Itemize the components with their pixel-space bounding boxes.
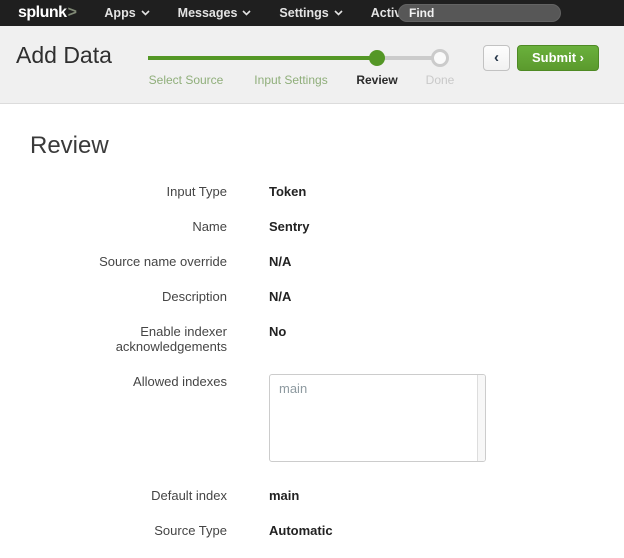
field-value: Token (269, 184, 306, 199)
field-label: Default index (30, 488, 227, 503)
menu-apps[interactable]: Apps (104, 6, 149, 20)
field-value: No (269, 324, 286, 339)
field-row-source-type: Source Type Automatic (30, 523, 624, 538)
add-data-header: Add Data Select Source Input Settings Re… (0, 26, 624, 104)
chevron-down-icon (141, 10, 150, 16)
step-review: Review (356, 73, 397, 87)
top-nav-bar: splunk> Apps Messages Settings Activity (0, 0, 624, 26)
listbox-scrollbar-divider (477, 375, 478, 461)
step-input-settings[interactable]: Input Settings (254, 73, 327, 87)
listbox-scrollbar[interactable] (478, 375, 485, 461)
field-value: N/A (269, 289, 291, 304)
page-title: Add Data (16, 42, 112, 69)
step-done: Done (426, 73, 455, 87)
progress-done-circle (431, 49, 449, 67)
field-value: main (269, 488, 299, 503)
chevron-down-icon (334, 10, 343, 16)
field-label: Enable indexer acknowledgements (30, 324, 227, 354)
back-button[interactable]: ‹ (483, 45, 510, 71)
field-row-indexer-acknowledgements: Enable indexer acknowledgements No (30, 324, 624, 354)
splunk-logo-text: splunk (18, 4, 67, 22)
progress-current-dot (369, 50, 385, 66)
field-label: Name (30, 219, 227, 234)
splunk-logo[interactable]: splunk> (18, 4, 76, 22)
field-label: Source name override (30, 254, 227, 269)
field-value: N/A (269, 254, 291, 269)
field-row-source-name-override: Source name override N/A (30, 254, 624, 269)
step-select-source[interactable]: Select Source (149, 73, 224, 87)
find-search-input[interactable] (398, 4, 561, 22)
field-label: Input Type (30, 184, 227, 199)
menu-messages[interactable]: Messages (178, 6, 252, 20)
menu-settings-label: Settings (279, 6, 328, 20)
progress-line-completed (148, 56, 372, 60)
menu-messages-label: Messages (178, 6, 238, 20)
submit-button[interactable]: Submit › (517, 45, 599, 71)
chevron-down-icon (242, 10, 251, 16)
listbox-item-main[interactable]: main (270, 375, 485, 402)
menu-settings[interactable]: Settings (279, 6, 342, 20)
review-heading: Review (30, 132, 624, 160)
field-label: Description (30, 289, 227, 304)
field-row-input-type: Input Type Token (30, 184, 624, 199)
field-row-allowed-indexes: Allowed indexes main (30, 374, 624, 462)
splunk-logo-caret: > (68, 4, 77, 22)
field-row-description: Description N/A (30, 289, 624, 304)
field-row-default-index: Default index main (30, 488, 624, 503)
field-value: Sentry (269, 219, 309, 234)
allowed-indexes-listbox[interactable]: main (269, 374, 486, 462)
field-label: Source Type (30, 523, 227, 538)
field-value: Automatic (269, 523, 333, 538)
field-row-name: Name Sentry (30, 219, 624, 234)
review-fields: Input Type Token Name Sentry Source name… (0, 184, 624, 538)
menu-apps-label: Apps (104, 6, 135, 20)
field-label: Allowed indexes (30, 374, 227, 389)
review-panel: Review Input Type Token Name Sentry Sour… (0, 104, 624, 538)
